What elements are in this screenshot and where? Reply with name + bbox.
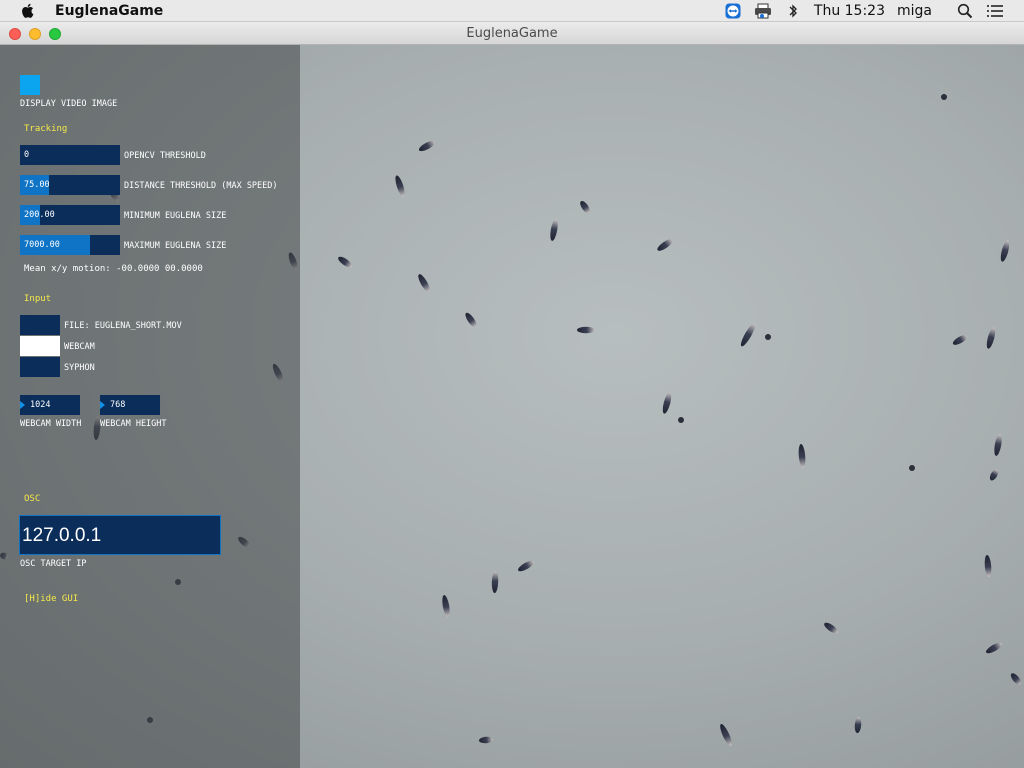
euglena-cell [338,256,352,268]
osc-header: OSC [24,494,41,504]
menu-user[interactable]: miga [897,3,932,19]
menu-extras: Thu 15:23 miga [718,0,1024,22]
input-webcam-radio[interactable] [20,336,60,356]
app-menu-title[interactable]: EuglenaGame [55,3,163,19]
euglena-cell [986,642,1002,654]
input-file-label: FILE: EUGLENA_SHORT.MOV [64,321,182,331]
webcam-width-label: WEBCAM WIDTH [20,419,82,429]
hide-gui-hint[interactable]: [H]ide GUI [24,594,78,604]
particle [941,94,947,100]
input-file-radio[interactable] [20,315,60,335]
teamviewer-icon[interactable] [724,2,742,20]
euglena-cell [1000,240,1010,262]
euglena-cell [824,622,838,634]
menu-bar: EuglenaGame Thu 15:23 miga [0,0,1024,22]
euglena-cell [1010,673,1022,685]
input-header: Input [24,294,52,304]
printer-icon[interactable] [754,2,772,20]
slider-value: 200.00 [24,210,55,220]
distance-threshold-label: DISTANCE THRESHOLD (MAX SPEED) [124,181,278,191]
display-video-label: DISPLAY VIDEO IMAGE [20,99,118,109]
window-title-bar: EuglenaGame [0,22,1024,45]
euglena-cell [657,239,673,251]
opencv-threshold-slider[interactable]: 0 [20,145,120,165]
particle [765,334,771,340]
bluetooth-icon[interactable] [784,2,802,20]
window-title: EuglenaGame [466,26,558,41]
osc-target-ip-value: 127.0.0.1 [22,525,102,546]
euglena-cell [720,724,732,746]
slider-value: 7000.00 [24,240,60,250]
webcam-height-label: WEBCAM HEIGHT [100,419,167,429]
opencv-threshold-label: OPENCV THRESHOLD [124,151,206,161]
menu-clock[interactable]: Thu 15:23 [814,3,885,19]
tracking-header: Tracking [24,124,68,134]
euglena-cell [491,571,499,593]
input-syphon-label: SYPHON [64,363,95,373]
euglena-cell [662,392,672,414]
search-icon[interactable] [956,2,974,20]
euglena-cell [442,595,450,617]
osc-target-ip-label: OSC TARGET IP [20,559,87,569]
euglena-cell [798,444,806,468]
euglena-cell [418,274,430,292]
maximum-size-slider[interactable]: 7000.00 [20,235,120,255]
particle [909,465,915,471]
webcam-height-field[interactable]: 768 [100,395,160,415]
euglena-cell [518,560,534,572]
euglena-cell [580,200,590,214]
input-syphon-radio[interactable] [20,357,60,377]
slider-value: 0 [24,150,30,160]
number-arrow-icon [20,401,25,409]
euglena-cell [465,312,477,328]
gui-panel: DISPLAY VIDEO IMAGE Tracking 0 OPENCV TH… [0,45,300,768]
euglena-cell [550,219,558,241]
euglena-cell [395,175,405,197]
euglena-cell [989,469,999,481]
minimum-size-slider[interactable]: 200.00 [20,205,120,225]
webcam-width-value: 1024 [30,400,51,410]
euglena-cell [986,327,996,349]
euglena-cell [854,717,862,733]
euglena-cell [994,434,1002,456]
euglena-cell [577,326,595,334]
distance-threshold-slider[interactable]: 75.00 [20,175,120,195]
osc-target-ip-input[interactable]: 127.0.0.1 [19,515,221,555]
maximum-size-label: MAXIMUM EUGLENA SIZE [124,241,227,251]
euglena-cell [952,335,968,345]
webcam-width-field[interactable]: 1024 [20,395,80,415]
euglena-cell [418,140,436,152]
euglena-cell [740,323,756,347]
particle [678,417,684,423]
euglena-cell [984,555,992,577]
input-webcam-label: WEBCAM [64,342,95,352]
slider-value: 75.00 [24,180,50,190]
list-icon[interactable] [986,2,1004,20]
number-arrow-icon [100,401,105,409]
motion-readout: Mean x/y motion: -00.0000 00.0000 [24,264,203,274]
minimum-size-label: MINIMUM EUGLENA SIZE [124,211,227,221]
apple-icon[interactable] [20,2,36,19]
webcam-height-value: 768 [110,400,126,410]
euglena-cell [479,736,493,744]
display-video-toggle[interactable] [20,75,40,95]
